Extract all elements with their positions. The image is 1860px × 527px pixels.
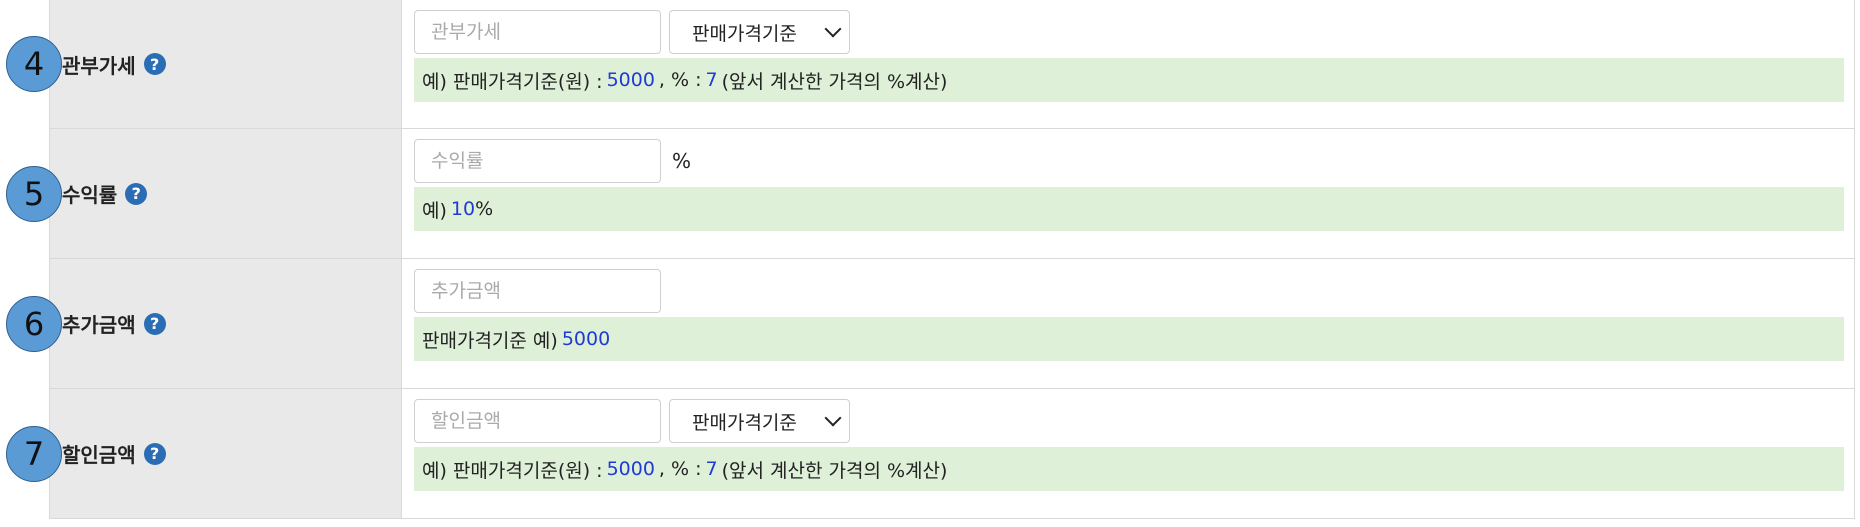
chevron-down-icon: [824, 20, 842, 38]
hint-prefix: 예): [422, 199, 447, 222]
step-marker-number: 7: [23, 435, 45, 473]
hint-value: 5000: [606, 458, 655, 480]
discount-amount-input[interactable]: [414, 399, 661, 443]
label-cell: 추가금액 ?: [49, 259, 402, 388]
hint-suffix: (앞서 계산한 가격의 %계산): [721, 70, 948, 93]
select-value: 판매가격기준: [692, 411, 797, 434]
help-icon[interactable]: ?: [125, 182, 148, 205]
hint-box: 예) 판매가격기준(원) : 5000 , % : 7 (앞서 계산한 가격의 …: [414, 58, 1844, 102]
hint-prefix: 예) 판매가격기준(원) :: [422, 70, 603, 93]
row-label: 관부가세: [62, 53, 136, 78]
step-marker-4: 4: [6, 36, 62, 92]
help-icon[interactable]: ?: [143, 312, 166, 335]
hint-box: 예) 판매가격기준(원) : 5000 , % : 7 (앞서 계산한 가격의 …: [414, 447, 1844, 491]
form-row-profit-rate: 수익률 ? % 예) 10 %: [49, 128, 1854, 258]
help-icon[interactable]: ?: [143, 53, 166, 75]
step-marker-7: 7: [6, 426, 62, 482]
controls: %: [414, 139, 1844, 183]
hint-suffix: (앞서 계산한 가격의 %계산): [721, 459, 948, 482]
row-label: 할인금액: [62, 443, 136, 467]
step-marker-number: 4: [23, 45, 45, 83]
hint-value: 7: [705, 69, 718, 91]
hint-mid: , % :: [658, 69, 702, 91]
hint-value: 7: [705, 458, 718, 480]
profit-rate-input[interactable]: [414, 139, 661, 183]
field-cell: 판매가격기준 예) 판매가격기준(원) : 5000 , % : 7 (앞서 계…: [402, 0, 1854, 128]
field-cell: 판매가격기준 예) 5000: [402, 259, 1854, 388]
settings-form: 관부가세 ? 판매가격기준 예) 판매가격기준(원) : 5000 , % : …: [49, 0, 1855, 519]
hint-box: 예) 10 %: [414, 187, 1844, 231]
hint-value: 5000: [606, 69, 655, 91]
hint-value: 10: [450, 198, 476, 220]
field-cell: 판매가격기준 예) 판매가격기준(원) : 5000 , % : 7 (앞서 계…: [402, 389, 1854, 518]
controls: 판매가격기준: [414, 399, 1844, 443]
form-row-customs-tax: 관부가세 ? 판매가격기준 예) 판매가격기준(원) : 5000 , % : …: [49, 0, 1854, 128]
customs-tax-basis-select[interactable]: 판매가격기준: [669, 10, 850, 54]
hint-prefix: 판매가격기준 예): [422, 329, 558, 352]
step-marker-number: 5: [23, 175, 45, 213]
hint-value: 5000: [561, 328, 611, 350]
additional-amount-input[interactable]: [414, 269, 661, 313]
percent-unit: %: [672, 149, 692, 173]
label-cell: 수익률 ?: [49, 129, 402, 258]
select-value: 판매가격기준: [692, 22, 797, 45]
label-cell: 관부가세 ?: [49, 0, 402, 128]
discount-basis-select[interactable]: 판매가격기준: [669, 399, 850, 443]
customs-tax-input[interactable]: [414, 10, 661, 54]
row-label: 수익률: [62, 183, 118, 207]
hint-box: 판매가격기준 예) 5000: [414, 317, 1844, 361]
label-cell: 할인금액 ?: [49, 389, 402, 518]
hint-suffix: %: [475, 198, 494, 220]
row-label: 추가금액: [62, 313, 136, 337]
hint-mid: , % :: [658, 458, 702, 480]
form-row-additional-amount: 추가금액 ? 판매가격기준 예) 5000: [49, 258, 1854, 388]
hint-prefix: 예) 판매가격기준(원) :: [422, 459, 603, 482]
form-row-discount-amount: 할인금액 ? 판매가격기준 예) 판매가격기준(원) : 5000 , % : …: [49, 388, 1854, 518]
chevron-down-icon: [824, 409, 842, 427]
help-icon[interactable]: ?: [143, 442, 166, 465]
controls: 판매가격기준: [414, 10, 1844, 54]
controls: [414, 269, 1844, 313]
step-marker-5: 5: [6, 166, 62, 222]
step-marker-6: 6: [6, 296, 62, 352]
field-cell: % 예) 10 %: [402, 129, 1854, 258]
step-marker-number: 6: [23, 305, 45, 343]
